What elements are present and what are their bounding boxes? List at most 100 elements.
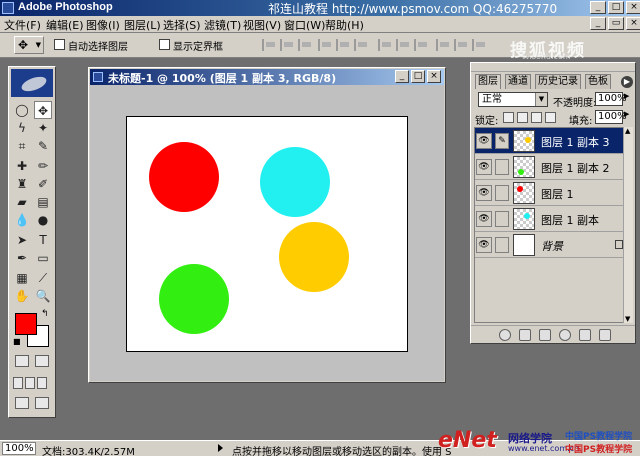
- edit-in-imageready-icon[interactable]: [35, 397, 49, 409]
- scroll-down-icon[interactable]: ▼: [625, 315, 630, 323]
- cyan-circle[interactable]: [260, 147, 330, 217]
- distribute-bottom-icon[interactable]: [414, 39, 428, 51]
- menu-window[interactable]: 窗口(W): [284, 17, 325, 33]
- eye-icon[interactable]: 👁: [476, 237, 492, 253]
- menu-view[interactable]: 视图(V): [243, 17, 281, 33]
- layer-row-background[interactable]: 👁 背景: [475, 232, 629, 258]
- path-select-icon[interactable]: ➤: [13, 231, 31, 249]
- doc-win-minimize-icon[interactable]: _: [395, 70, 409, 83]
- new-layer-icon[interactable]: [579, 329, 591, 341]
- adjustment-layer-icon[interactable]: [559, 329, 571, 341]
- align-top-icon[interactable]: [262, 39, 276, 51]
- menu-help[interactable]: 帮助(H): [325, 17, 364, 33]
- maximize-icon[interactable]: □: [608, 1, 624, 14]
- screen-mode-full-icon[interactable]: [37, 377, 47, 389]
- blur-tool-icon[interactable]: 💧: [13, 211, 31, 229]
- crop-tool-icon[interactable]: ⌗: [13, 137, 31, 155]
- zoom-field[interactable]: 100%: [2, 442, 36, 455]
- menu-image[interactable]: 图像(I): [86, 17, 120, 33]
- fill-field[interactable]: 100%: [595, 110, 627, 124]
- default-colors-icon[interactable]: ■: [13, 337, 21, 346]
- canvas[interactable]: [126, 116, 408, 352]
- lasso-tool-icon[interactable]: ϟ: [13, 119, 31, 137]
- type-tool-icon[interactable]: T: [34, 231, 52, 249]
- panel-drag-bar[interactable]: [471, 63, 635, 72]
- swap-colors-icon[interactable]: ↰: [41, 309, 49, 319]
- align-hcenter-icon[interactable]: [336, 39, 350, 51]
- hand-tool-icon[interactable]: ✋: [13, 287, 31, 305]
- green-circle[interactable]: [159, 264, 229, 334]
- link-box[interactable]: [495, 211, 509, 227]
- notes-tool-icon[interactable]: ▦: [13, 269, 31, 287]
- align-bottom-icon[interactable]: [298, 39, 312, 51]
- zoom-tool-icon[interactable]: 🔍: [34, 287, 52, 305]
- show-bounds-checkbox[interactable]: [159, 39, 170, 50]
- yellow-circle[interactable]: [279, 222, 349, 292]
- link-box[interactable]: [495, 159, 509, 175]
- align-left-icon[interactable]: [318, 39, 332, 51]
- menu-select[interactable]: 选择(S): [163, 17, 201, 33]
- link-box[interactable]: [495, 237, 509, 253]
- tab-history[interactable]: 历史记录: [535, 74, 581, 89]
- distribute-left-icon[interactable]: [436, 39, 450, 51]
- blend-mode-select[interactable]: 正常 ▼: [478, 92, 548, 107]
- tab-channels[interactable]: 通道: [505, 74, 531, 89]
- status-menu-icon[interactable]: [218, 444, 223, 452]
- layer-style-icon[interactable]: [499, 329, 511, 341]
- opacity-arrow-icon[interactable]: ▶: [624, 92, 629, 100]
- eraser-tool-icon[interactable]: ▰: [13, 193, 31, 211]
- doc-restore-icon[interactable]: ▭: [608, 17, 624, 30]
- trash-icon[interactable]: [599, 329, 611, 341]
- auto-select-checkbox[interactable]: [54, 39, 65, 50]
- healing-brush-icon[interactable]: ✚: [13, 157, 31, 175]
- distribute-top-icon[interactable]: [378, 39, 392, 51]
- foreground-color-swatch[interactable]: [15, 313, 37, 335]
- minimize-icon[interactable]: _: [590, 1, 606, 14]
- eye-icon[interactable]: 👁: [476, 159, 492, 175]
- clone-stamp-icon[interactable]: ♜: [13, 175, 31, 193]
- menu-file[interactable]: 文件(F): [4, 17, 41, 33]
- distribute-right-icon[interactable]: [472, 39, 486, 51]
- layer-list-scrollbar[interactable]: ▲ ▼: [623, 127, 633, 323]
- menu-edit[interactable]: 编辑(E): [46, 17, 84, 33]
- distribute-vcenter-icon[interactable]: [396, 39, 410, 51]
- tab-layers[interactable]: 图层: [475, 74, 501, 89]
- eye-icon[interactable]: 👁: [476, 185, 492, 201]
- opacity-field[interactable]: 100%: [595, 92, 627, 106]
- link-box[interactable]: [495, 185, 509, 201]
- brush-icon[interactable]: ✎: [495, 133, 509, 149]
- doc-win-maximize-icon[interactable]: □: [411, 70, 425, 83]
- eye-icon[interactable]: 👁: [476, 133, 492, 149]
- menu-filter[interactable]: 滤镜(T): [204, 17, 241, 33]
- fill-arrow-icon[interactable]: ▶: [624, 110, 629, 118]
- slice-tool-icon[interactable]: ✎: [34, 137, 52, 155]
- dodge-tool-icon[interactable]: ●: [34, 211, 52, 229]
- layer-row-copy[interactable]: 👁 图层 1 副本: [475, 206, 629, 232]
- doc-close-icon[interactable]: ×: [626, 17, 640, 30]
- tab-swatches[interactable]: 色板: [585, 74, 611, 89]
- lock-pixels-icon[interactable]: [517, 112, 528, 123]
- layer-row-copy-2[interactable]: 👁 图层 1 副本 2: [475, 154, 629, 180]
- lock-position-icon[interactable]: [531, 112, 542, 123]
- new-set-icon[interactable]: [539, 329, 551, 341]
- lock-transparency-icon[interactable]: [503, 112, 514, 123]
- doc-minimize-icon[interactable]: _: [590, 17, 606, 30]
- close-icon[interactable]: ×: [626, 1, 640, 14]
- gradient-tool-icon[interactable]: ▤: [34, 193, 52, 211]
- scroll-up-icon[interactable]: ▲: [625, 127, 630, 135]
- layer-row-layer-1[interactable]: 👁 图层 1: [475, 180, 629, 206]
- jump-to-imageready-icon[interactable]: [15, 397, 29, 409]
- pen-tool-icon[interactable]: ✒: [13, 249, 31, 267]
- standard-mode-icon[interactable]: [15, 355, 29, 367]
- history-brush-icon[interactable]: ✐: [34, 175, 52, 193]
- quick-mask-icon[interactable]: [35, 355, 49, 367]
- screen-mode-standard-icon[interactable]: [13, 377, 23, 389]
- shape-tool-icon[interactable]: ▭: [34, 249, 52, 267]
- add-mask-icon[interactable]: [519, 329, 531, 341]
- doc-win-close-icon[interactable]: ×: [427, 70, 441, 83]
- tool-preset-picker[interactable]: ✥ ▼: [14, 36, 44, 54]
- distribute-hcenter-icon[interactable]: [454, 39, 468, 51]
- move-tool-icon[interactable]: ✥: [34, 101, 52, 119]
- menu-layer[interactable]: 图层(L): [124, 17, 161, 33]
- brush-tool-icon[interactable]: ✏: [34, 157, 52, 175]
